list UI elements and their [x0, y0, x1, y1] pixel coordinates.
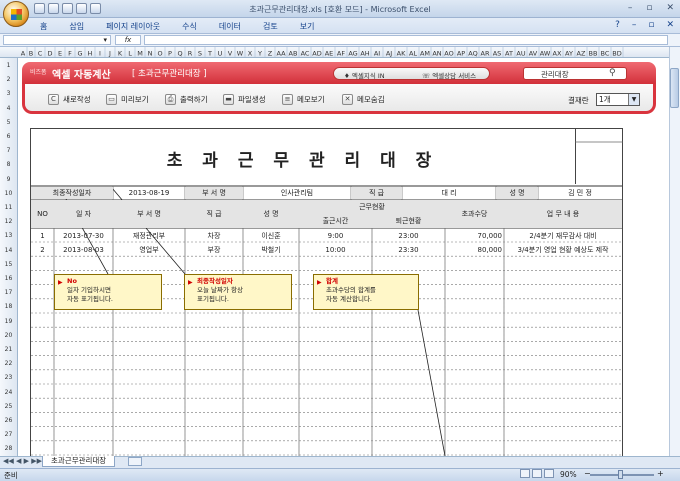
memo-total: ▶ 합계 초과수당의 합계를 자동 계산합니다.	[313, 274, 419, 310]
memo-line: 자동 계산합니다.	[326, 295, 372, 303]
page-break-view-icon[interactable]	[544, 469, 554, 478]
row-name[interactable]: 박철기	[243, 244, 299, 256]
row-start[interactable]: 10:00	[299, 244, 372, 256]
row-date[interactable]: 2013-07-30	[54, 230, 113, 242]
memo-line: 오늘 날짜가 항상	[197, 286, 243, 294]
status-ready: 준비	[4, 471, 18, 480]
row-task[interactable]: 3/4분기 영업 현황 예상도 제작	[504, 244, 622, 256]
sheet-nav-arrows-icon[interactable]: ◀◀ ◀ ▶ ▶▶	[3, 457, 42, 465]
page-layout-view-icon[interactable]	[532, 469, 542, 478]
col-rank: 직 급	[206, 210, 222, 218]
row-task[interactable]: 2/4분기 재무감사 대비	[504, 230, 622, 242]
col-start: 출근시간	[322, 217, 349, 225]
memo-last-date: ▶ 최종작성일자 오늘 날짜가 항상 표기됩니다.	[184, 274, 292, 310]
row-pay[interactable]: 80,000	[445, 244, 503, 256]
memo-line: 일자 기입하시면	[67, 286, 111, 294]
sheet-tab-active[interactable]: 초과근무관리대장	[42, 456, 116, 467]
row-date[interactable]: 2013-08-03	[54, 244, 113, 256]
memo-no: ▶ No 일자 기입하시면 자동 표기됩니다.	[54, 274, 162, 310]
zoom-out-icon[interactable]: −	[584, 469, 591, 478]
dept-value[interactable]: 인사관리팀	[243, 187, 351, 199]
name-value[interactable]: 김 민 정	[538, 187, 622, 199]
row-end[interactable]: 23:00	[372, 230, 445, 242]
row-rank[interactable]: 부장	[185, 244, 243, 256]
col-overtime: 근무현황	[359, 203, 385, 211]
dept-label: 부 서 명	[185, 187, 243, 199]
memo-arrow-icon: ▶	[58, 279, 63, 286]
row-no: 2	[40, 246, 45, 254]
col-dept: 부 서 명	[137, 210, 161, 218]
row-rank[interactable]: 차장	[185, 230, 243, 242]
row-pay[interactable]: 70,000	[445, 230, 503, 242]
last-date-label: 최종작성일자	[31, 187, 113, 199]
row-start[interactable]: 9:00	[299, 230, 372, 242]
row-no: 1	[40, 232, 45, 240]
col-end: 퇴근현황	[395, 217, 422, 225]
memo-title: No	[67, 277, 77, 285]
col-no: NO	[37, 210, 48, 218]
office-logo-icon	[11, 9, 22, 20]
col-name: 성 명	[263, 210, 279, 218]
memo-line: 자동 표기됩니다.	[67, 295, 113, 303]
last-date-value[interactable]: 2013-08-19	[113, 187, 185, 199]
zoom-level: 90%	[560, 470, 577, 479]
office-button[interactable]	[3, 1, 29, 27]
zoom-slider-knob[interactable]	[618, 470, 623, 479]
memo-arrow-icon: ▶	[188, 279, 193, 286]
memo-arrow-icon: ▶	[317, 279, 322, 286]
row-dept[interactable]: 재정관리부	[113, 230, 185, 242]
col-date: 일 자	[75, 210, 92, 218]
row-name[interactable]: 이신훈	[243, 230, 299, 242]
memo-line: 표기됩니다.	[197, 295, 229, 303]
zoom-in-icon[interactable]: +	[657, 469, 664, 478]
status-bar	[0, 468, 680, 481]
memo-line: 초과수당의 합계를	[326, 286, 376, 294]
rank-label: 직 급	[351, 187, 402, 199]
memo-title: 합계	[326, 277, 338, 285]
name-label: 성 명	[496, 187, 538, 199]
col-pay: 초과수당	[461, 210, 488, 218]
rank-value[interactable]: 대 리	[402, 187, 496, 199]
row-end[interactable]: 23:30	[372, 244, 445, 256]
normal-view-icon[interactable]	[520, 469, 530, 478]
new-sheet-icon[interactable]	[128, 457, 142, 466]
memo-title: 최종작성일자	[197, 277, 233, 285]
col-task: 업 무 내 용	[546, 210, 580, 218]
row-dept[interactable]: 영업부	[113, 244, 185, 256]
